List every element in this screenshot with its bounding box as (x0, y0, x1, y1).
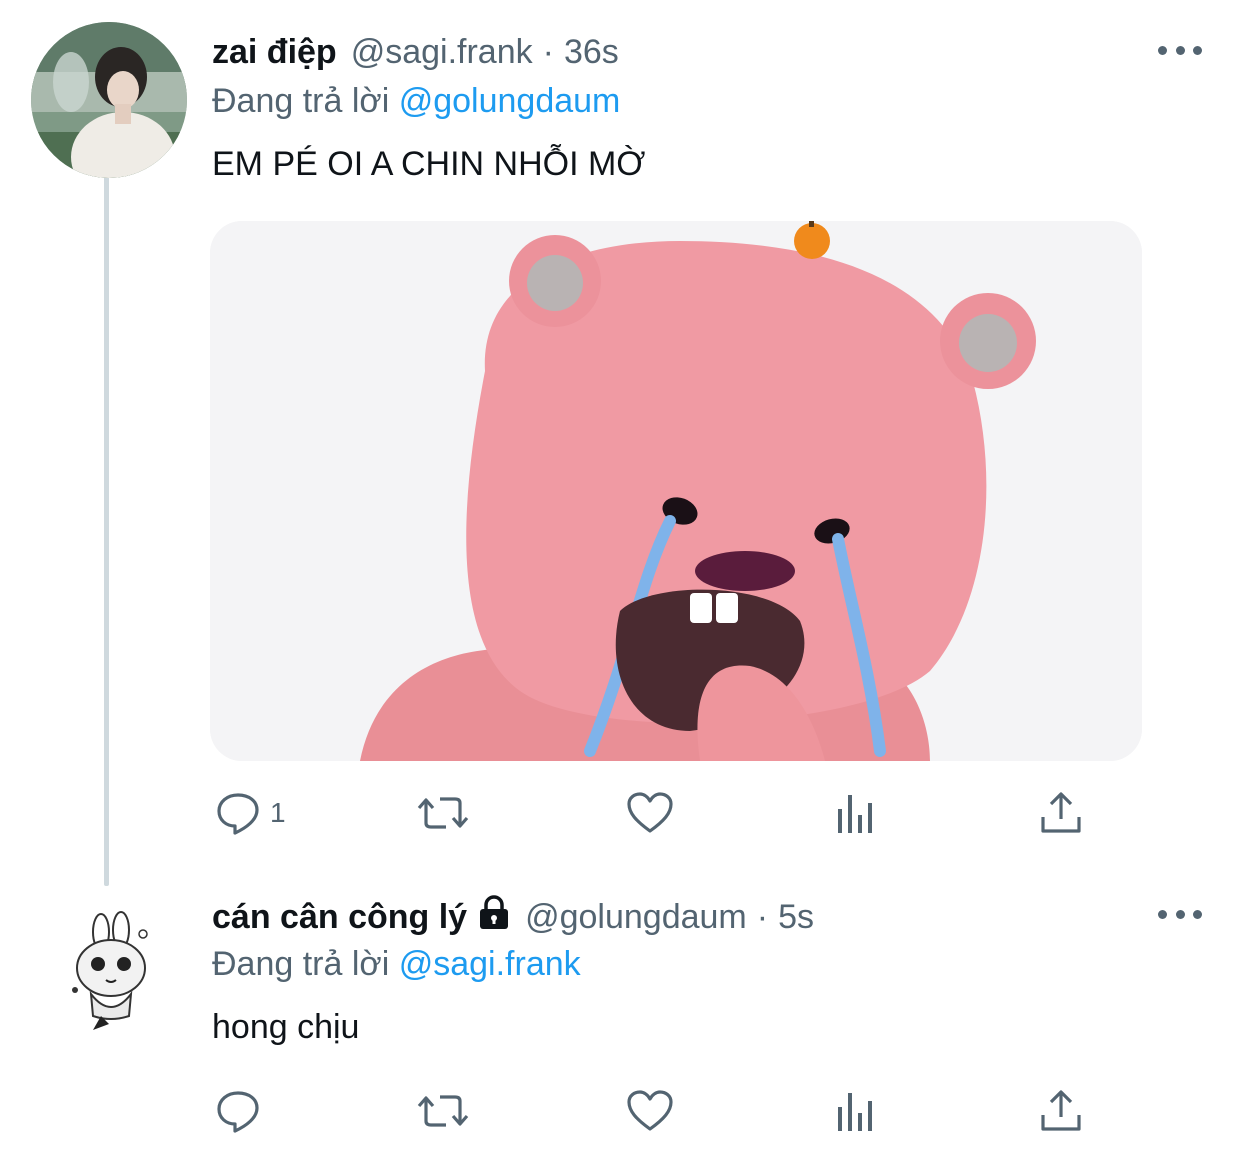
analytics-button[interactable] (832, 1086, 878, 1136)
analytics-icon (838, 795, 872, 833)
replying-to-mention[interactable]: @sagi.frank (399, 945, 581, 983)
more-options-button[interactable] (1158, 906, 1202, 922)
like-button[interactable] (626, 1086, 674, 1136)
more-icon (1158, 45, 1167, 55)
retweet-button[interactable] (416, 788, 470, 838)
tweet-header: zai điệp @sagi.frank · 36s (212, 30, 619, 74)
replying-to-mention[interactable]: @golungdaum (399, 82, 621, 120)
analytics-button[interactable] (832, 788, 878, 838)
tweet-media-image[interactable] (210, 221, 1142, 761)
separator-dot: · (756, 897, 769, 936)
display-name[interactable]: cán cân công lý (212, 898, 467, 937)
avatar[interactable] (31, 22, 187, 178)
crying-pink-beaver-image (210, 221, 1142, 761)
reply-button[interactable] (214, 1086, 262, 1136)
share-button[interactable] (1038, 1086, 1084, 1136)
replying-to: Đang trả lời @sagi.frank (212, 945, 581, 984)
reply-count: 1 (270, 797, 286, 828)
thread-connector-line (104, 176, 109, 886)
retweet-icon (417, 797, 469, 829)
replying-to-label: Đang trả lời (212, 82, 390, 120)
handle[interactable]: @sagi.frank (351, 33, 533, 72)
display-name[interactable]: zai điệp (212, 33, 337, 72)
share-button[interactable] (1038, 788, 1084, 838)
share-icon (1041, 1090, 1081, 1131)
heart-icon (627, 792, 673, 833)
reply-icon (217, 793, 259, 835)
analytics-icon (838, 1093, 872, 1131)
lock-icon (480, 894, 509, 929)
avatar[interactable] (31, 890, 187, 1046)
more-icon (1158, 909, 1167, 919)
replying-to-label: Đang trả lời (212, 945, 390, 983)
tweet-header: cán cân công lý @golungdaum · 5s (212, 894, 814, 940)
like-button[interactable] (626, 788, 674, 838)
retweet-button[interactable] (416, 1086, 470, 1136)
bunny-sketch-avatar (31, 890, 187, 1046)
profile-photo-avatar (31, 22, 187, 178)
reply-icon (217, 1091, 259, 1133)
separator-dot: · (542, 32, 554, 71)
timestamp[interactable]: 36s (564, 33, 619, 72)
tweet-text: EM PÉ OI A CHIN NHỖI MỜ (212, 145, 646, 183)
retweet-icon (417, 1095, 469, 1127)
replying-to: Đang trả lời @golungdaum (212, 82, 620, 121)
heart-icon (627, 1090, 673, 1131)
tweet-actions: 1 (212, 788, 1102, 838)
protected-account-badge (477, 894, 511, 940)
tweet-actions (212, 1086, 1102, 1136)
handle[interactable]: @golungdaum (525, 898, 747, 937)
reply-button[interactable]: 1 (214, 788, 286, 838)
timestamp[interactable]: 5s (778, 898, 814, 937)
share-icon (1041, 792, 1081, 833)
tweet-text: hong chịu (212, 1008, 360, 1046)
more-options-button[interactable] (1158, 42, 1202, 58)
